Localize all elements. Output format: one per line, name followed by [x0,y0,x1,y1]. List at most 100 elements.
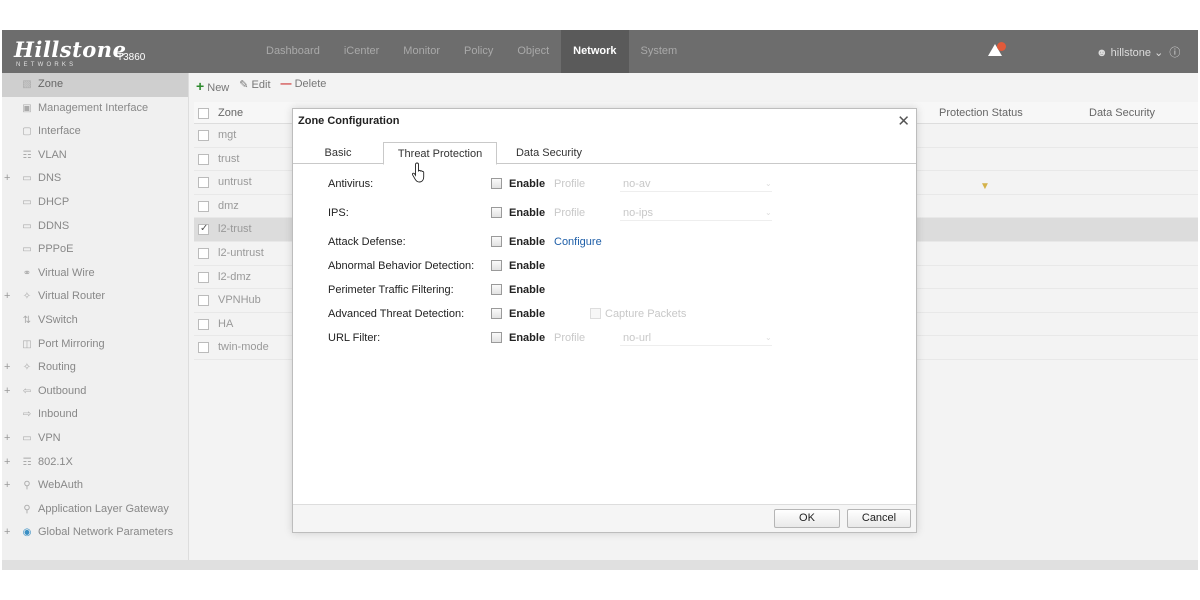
alert-badge [997,42,1006,51]
vswitch-icon: ⇅ [22,314,32,326]
routing-icon: ✧ [22,362,32,374]
sidebar-item-virtual-router[interactable]: + ✧ Virtual Router [2,285,188,309]
row-checkbox[interactable] [198,247,209,259]
sidebar-item-routing[interactable]: + ✧ Routing [2,356,188,380]
expand-icon[interactable]: + [4,380,10,404]
ips-enable-label: Enable [509,207,546,219]
sidebar-item-outbound[interactable]: + ⇦ Outbound [2,380,188,404]
url-filter-row: URL Filter: Enable Profile no-url ⌄ [328,330,888,346]
nav-network[interactable]: Network [561,30,629,73]
sidebar-item-global-network-parameters[interactable]: + ◉ Global Network Parameters [2,521,188,545]
sidebar-item-8021x[interactable]: + ☶ 802.1X [2,451,188,475]
ok-button[interactable]: OK [774,509,840,528]
antivirus-enable-checkbox[interactable] [491,178,502,189]
row-checkbox[interactable] [198,200,209,212]
header-protection-status[interactable]: Protection Status [939,102,1023,124]
ips-profile-select[interactable]: no-ips [623,205,653,221]
tab-basic[interactable]: Basic [293,142,383,165]
configure-link[interactable]: Configure [554,234,602,250]
alert-icon[interactable] [987,42,1007,60]
nav-icenter[interactable]: iCenter [332,30,391,73]
sidebar-item-port-mirroring[interactable]: ◫ Port Mirroring [2,333,188,357]
expand-icon[interactable]: + [4,285,10,309]
new-label: New [207,82,230,94]
nav-policy[interactable]: Policy [452,30,505,73]
user-menu[interactable]: ☻ hillstone ⌄ ⓘ [1096,44,1180,60]
new-button[interactable]: + New [196,78,229,96]
expand-icon[interactable]: + [4,451,10,475]
select-all-checkbox[interactable] [198,108,209,119]
header-zone[interactable]: Zone [218,102,243,124]
advanced-threat-enable-checkbox[interactable] [491,308,502,319]
sidebar-item-dhcp[interactable]: ▭ DHCP [2,191,188,215]
sidebar-item-vpn[interactable]: + ▭ VPN [2,427,188,451]
ips-profile-label: Profile [554,207,586,219]
nav-monitor[interactable]: Monitor [391,30,452,73]
expand-icon[interactable]: + [4,521,10,545]
sidebar-item-label: Interface [38,125,81,138]
row-checkbox[interactable] [198,153,209,165]
row-checkbox[interactable] [198,177,209,189]
abnormal-behavior-enable-checkbox[interactable] [491,260,502,271]
capture-packets-checkbox[interactable] [590,308,601,319]
top-bar: Hillstone NETWORKS T3860 Dashboard iCent… [2,30,1198,73]
edit-button[interactable]: ✎ Edit [239,78,270,96]
nav-object[interactable]: Object [505,30,561,73]
sidebar-item-label: WebAuth [38,479,84,492]
expand-icon[interactable]: + [4,356,10,380]
sidebar-item-pppoe[interactable]: ▭ PPPoE [2,238,188,262]
row-checkbox[interactable] [198,130,209,141]
tab-threat-protection[interactable]: Threat Protection [383,142,497,165]
sidebar-item-label: VPN [38,431,61,444]
sidebar-item-interface[interactable]: ▢ Interface [2,120,188,144]
sidebar-item-virtual-wire[interactable]: ⚭ Virtual Wire [2,262,188,286]
help-icon[interactable]: ⓘ [1166,47,1180,59]
nav-dashboard[interactable]: Dashboard [254,30,332,73]
row-checkbox[interactable] [198,342,209,354]
sidebar-item-vlan[interactable]: ☶ VLAN [2,144,188,168]
shield-icon: ▼ [980,181,990,192]
ips-enable-checkbox[interactable] [491,207,502,218]
tab-data-security[interactable]: Data Security [501,142,597,165]
header-data-security[interactable]: Data Security [1089,102,1155,124]
cancel-button[interactable]: Cancel [847,509,911,528]
chevron-down-icon[interactable]: ⌄ [765,205,772,221]
sidebar-item-webauth[interactable]: + ⚲ WebAuth [2,474,188,498]
expand-icon[interactable]: + [4,474,10,498]
chevron-down-icon[interactable]: ⌄ [765,176,772,192]
sidebar-item-zone[interactable]: ▧ Zone [2,73,188,97]
sidebar-item-label: VSwitch [38,313,78,326]
url-filter-profile-label: Profile [554,332,586,344]
delete-button[interactable]: — Delete [281,78,327,96]
url-filter-enable-checkbox[interactable] [491,332,502,343]
row-checkbox[interactable] [198,295,209,307]
sidebar-item-label: Routing [38,361,76,374]
antivirus-profile-select[interactable]: no-av [623,176,651,192]
antivirus-enable-label: Enable [509,178,546,190]
row-checkbox-checked[interactable] [198,223,209,236]
sidebar-item-management-interface[interactable]: ▣ Management Interface [2,97,188,121]
dhcp-icon: ▭ [22,196,32,208]
chevron-down-icon[interactable]: ⌄ [765,330,772,346]
nav-system[interactable]: System [629,30,690,73]
sidebar-item-vswitch[interactable]: ⇅ VSwitch [2,309,188,333]
pppoe-icon: ▭ [22,244,32,256]
sidebar-item-alg[interactable]: ⚲ Application Layer Gateway [2,498,188,522]
close-icon[interactable]: ✕ [897,112,910,130]
sidebar-item-label: Zone [38,78,64,90]
row-checkbox[interactable] [198,318,209,330]
url-filter-profile-select[interactable]: no-url [623,330,651,346]
attack-defense-enable-label: Enable [509,236,546,248]
attack-defense-enable-checkbox[interactable] [491,236,502,247]
expand-icon[interactable]: + [4,167,10,191]
sidebar-item-dns[interactable]: + ▭ DNS [2,167,188,191]
dot1x-icon: ☶ [22,456,32,468]
sidebar-item-label: Management Interface [38,101,149,114]
perimeter-filtering-enable-checkbox[interactable] [491,284,502,295]
antivirus-profile-label: Profile [554,178,586,190]
sidebar-item-ddns[interactable]: ▭ DDNS [2,215,188,239]
sidebar-item-inbound[interactable]: ⇨ Inbound [2,403,188,427]
horizontal-scrollbar[interactable] [2,560,1198,570]
row-checkbox[interactable] [198,271,209,283]
expand-icon[interactable]: + [4,427,10,451]
